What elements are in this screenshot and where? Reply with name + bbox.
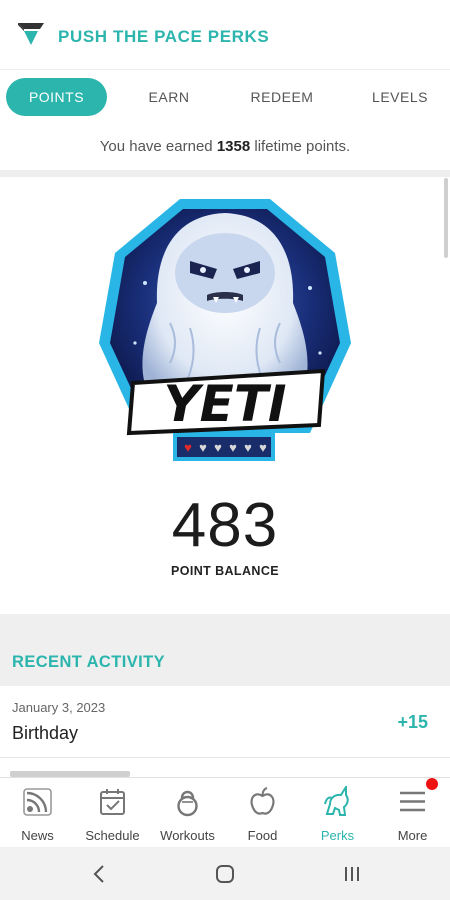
home-icon[interactable] bbox=[213, 862, 237, 886]
nav-workouts-label: Workouts bbox=[160, 828, 215, 843]
tab-points[interactable]: POINTS bbox=[6, 78, 107, 116]
svg-text:♥: ♥ bbox=[229, 440, 237, 455]
schedule-calendar-icon bbox=[100, 789, 125, 815]
svg-text:♥: ♥ bbox=[199, 440, 207, 455]
menu-icon bbox=[400, 791, 425, 812]
ptp-logo-icon bbox=[18, 23, 44, 45]
nav-news[interactable]: News bbox=[0, 778, 75, 848]
lifetime-points-value: 1358 bbox=[216, 138, 251, 155]
tab-levels[interactable]: LEVELS bbox=[356, 78, 444, 116]
app-header: PUSH THE PACE PERKS bbox=[0, 0, 450, 70]
recents-icon[interactable] bbox=[340, 862, 364, 886]
back-icon[interactable] bbox=[88, 862, 112, 886]
activity-name: Birthday bbox=[12, 723, 79, 743]
apple-icon bbox=[250, 787, 275, 815]
activity-points: +15 bbox=[397, 712, 428, 732]
activity-item[interactable]: January 3, 2023 Birthday +15 bbox=[0, 686, 450, 758]
activity-item-partial[interactable] bbox=[0, 759, 450, 777]
svg-text:♥: ♥ bbox=[184, 440, 192, 455]
recent-activity-header-bg bbox=[0, 614, 450, 686]
nav-workouts[interactable]: Workouts bbox=[150, 778, 225, 848]
lifetime-points-text: You have earned 1358 lifetime points. bbox=[0, 138, 450, 155]
system-navigation-bar bbox=[0, 847, 450, 900]
level-badge: YETI ♥ ♥ ♥ ♥ ♥ ♥ bbox=[95, 193, 355, 473]
lifetime-prefix: You have earned bbox=[99, 138, 217, 155]
tab-earn[interactable]: EARN bbox=[130, 78, 208, 116]
notification-dot bbox=[426, 778, 438, 790]
yeti-level-badge: YETI ♥ ♥ ♥ ♥ ♥ ♥ bbox=[99, 199, 351, 461]
nav-perks-label: Perks bbox=[320, 828, 355, 843]
unicorn-icon bbox=[324, 786, 349, 816]
svg-text:♥: ♥ bbox=[259, 440, 267, 455]
level-name-text: YETI bbox=[163, 375, 286, 433]
recent-activity-title: RECENT ACTIVITY bbox=[12, 653, 165, 671]
lifetime-suffix: lifetime points. bbox=[250, 138, 351, 155]
svg-text:♥: ♥ bbox=[244, 440, 252, 455]
nav-schedule[interactable]: Schedule bbox=[75, 778, 150, 848]
nav-more-label: More bbox=[397, 828, 428, 843]
section-divider bbox=[0, 170, 450, 177]
nav-food[interactable]: Food bbox=[225, 778, 300, 848]
activity-date: January 3, 2023 bbox=[12, 700, 106, 715]
kettlebell-icon bbox=[177, 790, 198, 817]
scrollbar[interactable] bbox=[444, 178, 448, 258]
nav-perks[interactable]: Perks bbox=[300, 778, 375, 848]
nav-schedule-label: Schedule bbox=[85, 828, 140, 843]
news-feed-icon bbox=[23, 788, 52, 816]
bottom-navigation: News Schedule Workouts Food Perks More bbox=[0, 777, 450, 847]
nav-more[interactable]: More bbox=[375, 778, 450, 848]
point-balance-label: POINT BALANCE bbox=[171, 564, 279, 578]
svg-text:♥: ♥ bbox=[214, 440, 222, 455]
app-title: PUSH THE PACE PERKS bbox=[58, 27, 270, 46]
perks-tabs: POINTS EARN REDEEM LEVELS bbox=[0, 78, 450, 118]
tab-redeem[interactable]: REDEEM bbox=[240, 78, 324, 116]
nav-news-label: News bbox=[21, 828, 54, 843]
nav-food-label: Food bbox=[247, 828, 278, 843]
point-balance-value: 483 bbox=[171, 491, 279, 560]
